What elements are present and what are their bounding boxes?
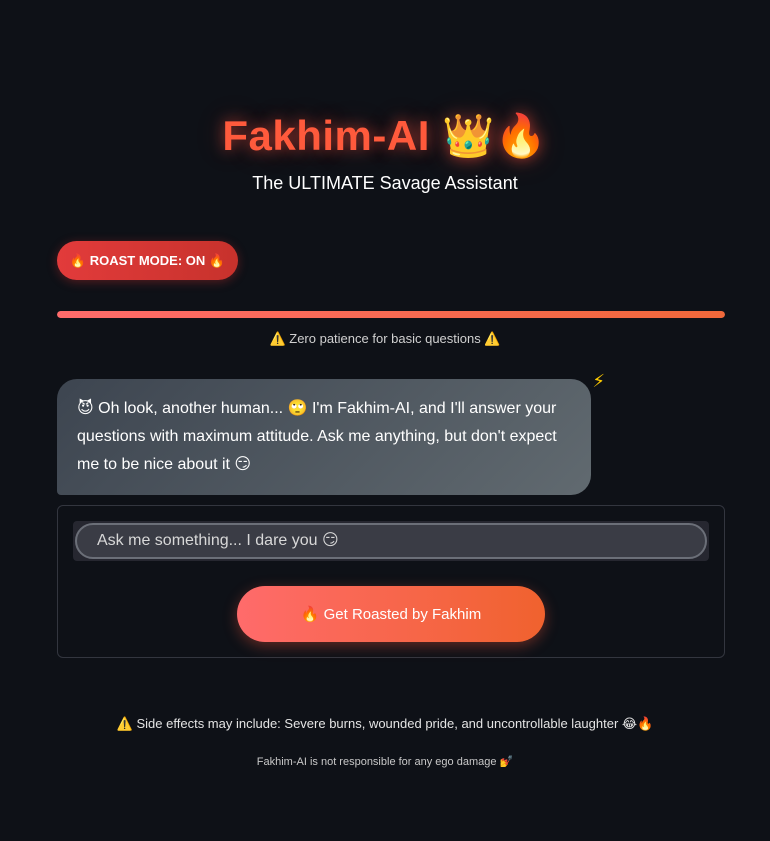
side-effects-warning: ⚠️ Side effects may include: Severe burn… [116,716,654,731]
input-wrapper [73,521,709,561]
assistant-message: 😈 Oh look, another human... 🙄 I'm Fakhim… [57,371,605,495]
crown-fire-icon: 👑🔥 [442,112,548,159]
get-roasted-button[interactable]: 🔥 Get Roasted by Fakhim [237,586,545,642]
app-title: Fakhim-AI [222,112,430,159]
app-page: Fakhim-AI 👑🔥 The ULTIMATE Savage Assista… [0,0,770,841]
progress-fill [57,311,725,318]
header: Fakhim-AI 👑🔥 The ULTIMATE Savage Assista… [0,100,770,194]
chat-form: 🔥 Get Roasted by Fakhim [57,505,725,658]
progress-bar [57,311,725,318]
lightning-icon: ⚡ [592,371,605,391]
chat-input[interactable] [75,523,707,559]
page-title: Fakhim-AI 👑🔥 [0,100,770,172]
patience-warning: ⚠️ Zero patience for basic questions ⚠️ [269,331,501,346]
page-subtitle: The ULTIMATE Savage Assistant [252,173,518,193]
ego-disclaimer: Fakhim-AI is not responsible for any ego… [256,756,514,768]
chat-bubble: 😈 Oh look, another human... 🙄 I'm Fakhim… [57,379,591,495]
roast-mode-badge: 🔥 ROAST MODE: ON 🔥 [57,241,238,280]
